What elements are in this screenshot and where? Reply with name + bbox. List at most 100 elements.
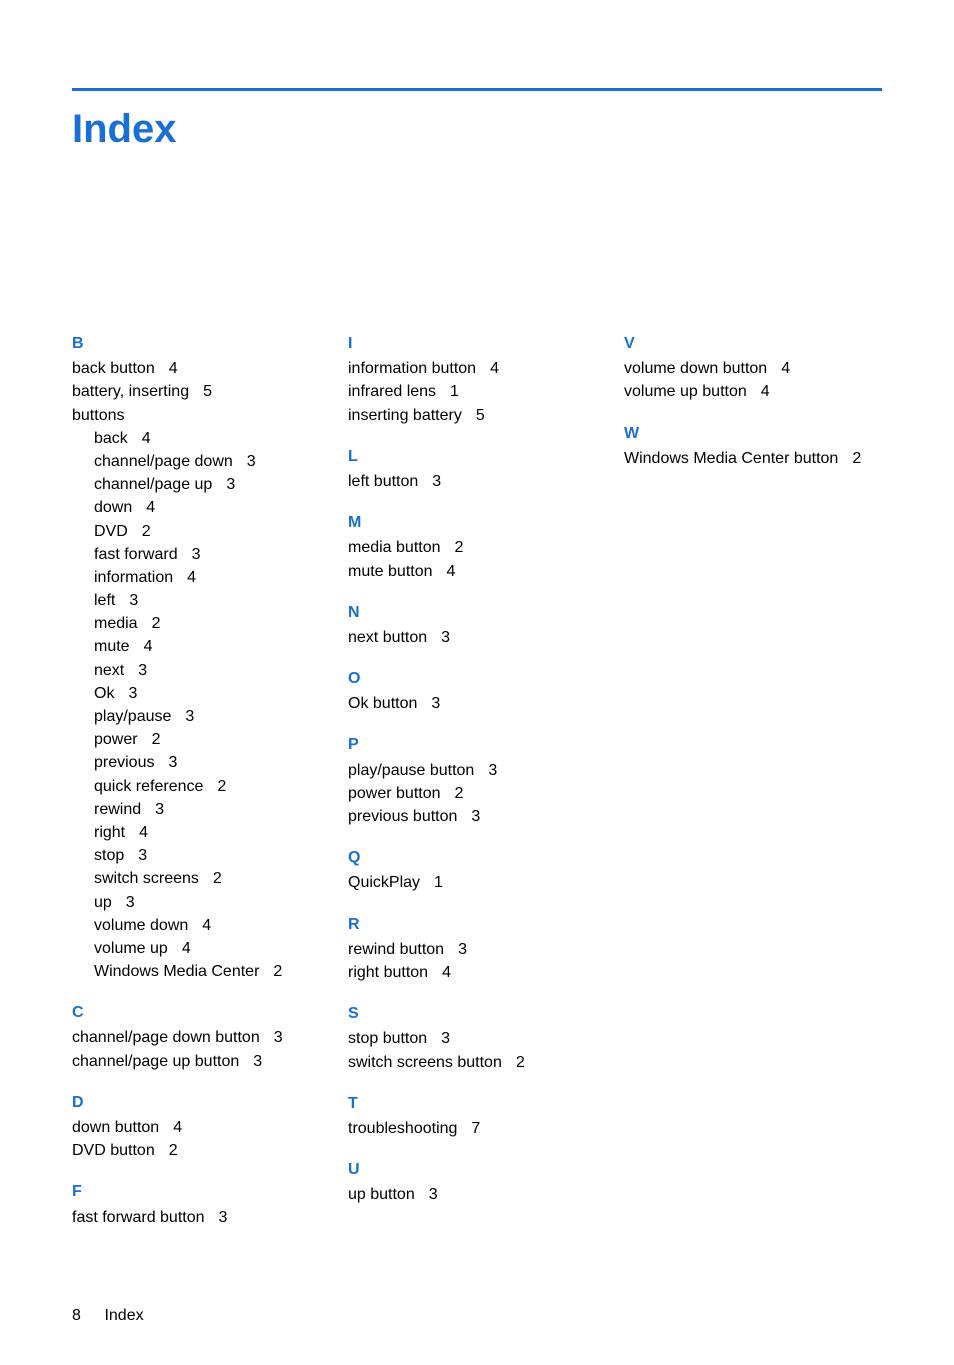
index-subentry-label: power [94, 731, 138, 748]
index-subentry-page: 2 [152, 728, 161, 751]
index-section: Uup button3 [348, 1158, 606, 1206]
index-subentry-page: 3 [126, 891, 135, 914]
index-entry: right button 4 [348, 961, 606, 984]
index-entry: down button4 [72, 1116, 330, 1139]
section-letter: W [624, 422, 882, 445]
index-entry: fast forward button3 [72, 1206, 330, 1229]
index-entry-page: 3 [253, 1050, 262, 1073]
index-entry-page: 4 [173, 1116, 182, 1139]
index-entry-label: rewind button [348, 941, 444, 958]
index-entry-label: Ok button [348, 695, 417, 712]
index-section: Pplay/pause button3power button2previous… [348, 733, 606, 828]
index-subentry-label: quick reference [94, 778, 203, 795]
index-entry: media button2 [348, 536, 606, 559]
index-subentry-label: channel/page up [94, 476, 212, 493]
index-entry-label: volume up button [624, 383, 747, 400]
index-entry: up button3 [348, 1183, 606, 1206]
index-subentry: rewind 3 [72, 798, 330, 821]
index-entry-label: channel/page up button [72, 1053, 239, 1070]
section-letter: R [348, 913, 606, 936]
section-letter: O [348, 667, 606, 690]
section-letter: N [348, 601, 606, 624]
section-letter: C [72, 1001, 330, 1024]
index-entry-page: 4 [781, 357, 790, 380]
index-entry-label: volume down button [624, 360, 767, 377]
index-entry-label: troubleshooting [348, 1120, 457, 1137]
index-section: OOk button3 [348, 667, 606, 715]
index-columns: Bback button4battery, inserting5buttonsb… [72, 332, 882, 1247]
index-subentry: play/pause3 [72, 705, 330, 728]
index-subentry-label: stop [94, 847, 124, 864]
index-subentry-page: 4 [187, 566, 196, 589]
index-subentry-label: switch screens [94, 870, 199, 887]
index-entry-page: 3 [441, 1027, 450, 1050]
index-entry: volume up button4 [624, 380, 882, 403]
index-entry-label: DVD button [72, 1142, 155, 1159]
index-section: Iinformation button4infrared lens1insert… [348, 332, 606, 427]
index-entry-page: 4 [442, 961, 451, 984]
index-subentry: DVD2 [72, 520, 330, 543]
index-subentry-page: 2 [217, 775, 226, 798]
index-entry-label: inserting battery [348, 407, 462, 424]
index-entry: volume down button 4 [624, 357, 882, 380]
index-subentry: mute 4 [72, 635, 330, 658]
index-entry-label: next button [348, 629, 427, 646]
index-entry-label: buttons [72, 407, 124, 424]
index-entry: Ok button3 [348, 692, 606, 715]
section-letter: T [348, 1092, 606, 1115]
index-section: Lleft button3 [348, 445, 606, 493]
section-letter: Q [348, 846, 606, 869]
index-entry-page: 3 [429, 1183, 438, 1206]
index-subentry-label: Windows Media Center [94, 963, 259, 980]
index-entry-label: right button [348, 964, 428, 981]
section-letter: U [348, 1158, 606, 1181]
index-subentry: volume down4 [72, 914, 330, 937]
index-subentry: Ok3 [72, 682, 330, 705]
index-subentry: previous 3 [72, 751, 330, 774]
index-subentry-label: previous [94, 754, 154, 771]
index-section: QQuickPlay1 [348, 846, 606, 894]
index-entry-label: back button [72, 360, 155, 377]
index-subentry-label: mute [94, 638, 130, 655]
index-subentry-page: 4 [144, 635, 153, 658]
index-entry-page: 3 [488, 759, 497, 782]
index-subentry: right4 [72, 821, 330, 844]
index-entry-page: 1 [450, 380, 459, 403]
index-subentry-page: 4 [146, 496, 155, 519]
index-subentry-page: 3 [155, 798, 164, 821]
index-subentry-page: 3 [185, 705, 194, 728]
footer-label: Index [104, 1307, 143, 1324]
footer-page-number: 8 [72, 1307, 100, 1325]
index-subentry-label: volume up [94, 940, 168, 957]
index-entry-label: power button [348, 785, 441, 802]
index-subentry-label: DVD [94, 523, 128, 540]
index-entry: previous button3 [348, 805, 606, 828]
index-entry: channel/page up button 3 [72, 1050, 330, 1073]
index-entry: inserting battery5 [348, 404, 606, 427]
index-entry: power button 2 [348, 782, 606, 805]
index-section: Vvolume down button4volume up button4 [624, 332, 882, 404]
section-letter: D [72, 1091, 330, 1114]
index-entry: mute button4 [348, 560, 606, 583]
index-entry: rewind button3 [348, 938, 606, 961]
index-entry: next button3 [348, 626, 606, 649]
index-subentry: channel/page down3 [72, 450, 330, 473]
index-section: Rrewind button3 right button 4 [348, 913, 606, 985]
index-subentry-label: left [94, 592, 115, 609]
index-subentry-page: 3 [129, 589, 138, 612]
index-entry-page: 2 [455, 782, 464, 805]
index-entry: stop button3 [348, 1027, 606, 1050]
index-subentry: next3 [72, 659, 330, 682]
index-subentry-label: information [94, 569, 173, 586]
document-page: Index Bback button4battery, inserting5bu… [0, 0, 954, 1365]
index-subentry-page: 3 [226, 473, 235, 496]
index-subentry-page: 2 [152, 612, 161, 635]
index-subentry: fast forward3 [72, 543, 330, 566]
index-subentry-label: rewind [94, 801, 141, 818]
index-entry: back button4 [72, 357, 330, 380]
index-subentry: information 4 [72, 566, 330, 589]
index-subentry-label: volume down [94, 917, 188, 934]
index-section: Mmedia button2mute button4 [348, 511, 606, 583]
index-subentry-page: 2 [273, 960, 282, 983]
index-subentry-page: 3 [168, 751, 177, 774]
